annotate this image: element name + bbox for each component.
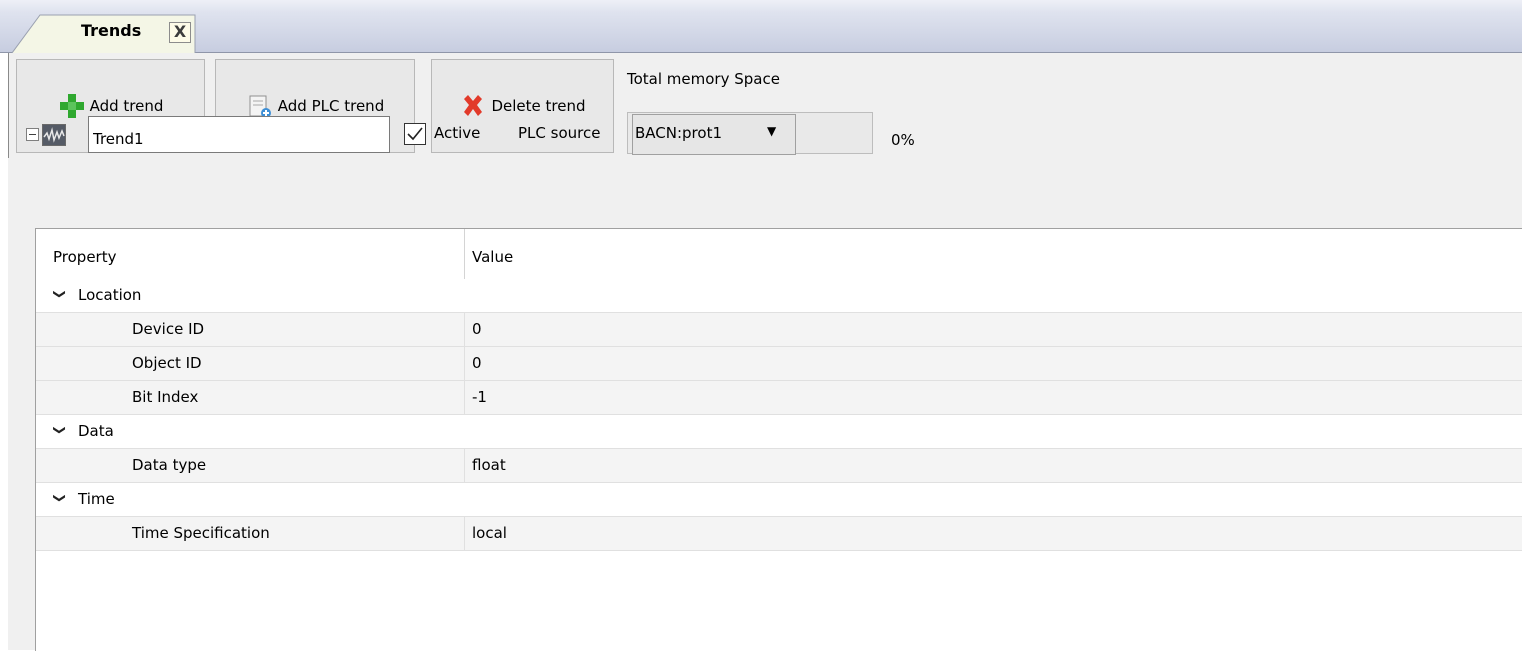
collapse-icon[interactable]	[26, 128, 39, 141]
property-row-time-specification[interactable]: Time Specification local	[36, 517, 1522, 551]
category-label: Time	[78, 490, 115, 508]
dropdown-arrow-icon: ▼	[767, 124, 777, 138]
property-value[interactable]: float	[472, 456, 506, 474]
memory-title: Total memory Space	[627, 70, 780, 88]
add-trend-label: Add trend	[89, 97, 164, 115]
category-label: Location	[78, 286, 142, 304]
column-divider	[464, 381, 465, 415]
plc-source-select[interactable]: BACN:prot1 ▼	[632, 114, 796, 155]
chevron-down-icon[interactable]: ❯	[53, 425, 67, 435]
checkmark-icon	[407, 127, 423, 141]
trend-name-input[interactable]	[88, 116, 390, 153]
column-divider	[464, 517, 465, 551]
category-row-time[interactable]: ❯ Time	[36, 483, 1522, 517]
property-grid: Property Value ❯ Location Device ID 0 Ob…	[35, 228, 1522, 651]
delete-trend-label: Delete trend	[491, 97, 586, 115]
tab-label: Trends	[81, 21, 142, 40]
chevron-down-icon[interactable]: ❯	[53, 289, 67, 299]
column-divider	[464, 449, 465, 483]
active-label: Active	[434, 124, 481, 142]
property-row-data-type[interactable]: Data type float	[36, 449, 1522, 483]
close-icon[interactable]: X	[169, 22, 191, 43]
plc-source-value: BACN:prot1	[635, 124, 722, 142]
property-label: Data type	[132, 456, 207, 474]
category-row-location[interactable]: ❯ Location	[36, 279, 1522, 313]
column-divider	[464, 313, 465, 347]
plc-source-label: PLC source	[518, 124, 601, 142]
trend-wave-icon	[42, 124, 66, 146]
add-plc-trend-label: Add PLC trend	[277, 97, 385, 115]
memory-percent: 0%	[891, 131, 915, 149]
property-row-bit-index[interactable]: Bit Index -1	[36, 381, 1522, 415]
column-divider	[464, 347, 465, 381]
tab-trends[interactable]: Trends X	[12, 14, 196, 53]
column-header-value: Value	[472, 248, 514, 266]
delete-x-icon	[459, 92, 487, 120]
category-row-data[interactable]: ❯ Data	[36, 415, 1522, 449]
active-checkbox[interactable]	[404, 123, 426, 145]
property-value[interactable]: 0	[472, 354, 482, 372]
category-label: Data	[78, 422, 114, 440]
property-label: Time Specification	[132, 524, 270, 542]
column-header-property: Property	[53, 248, 117, 266]
property-label: Object ID	[132, 354, 202, 372]
property-value[interactable]: local	[472, 524, 507, 542]
property-label: Bit Index	[132, 388, 199, 406]
chevron-down-icon[interactable]: ❯	[53, 493, 67, 503]
property-label: Device ID	[132, 320, 205, 338]
property-row-object-id[interactable]: Object ID 0	[36, 347, 1522, 381]
plus-icon	[58, 92, 86, 120]
property-row-device-id[interactable]: Device ID 0	[36, 313, 1522, 347]
property-value[interactable]: 0	[472, 320, 482, 338]
property-value[interactable]: -1	[472, 388, 487, 406]
tab-strip: Trends X	[0, 0, 1522, 53]
